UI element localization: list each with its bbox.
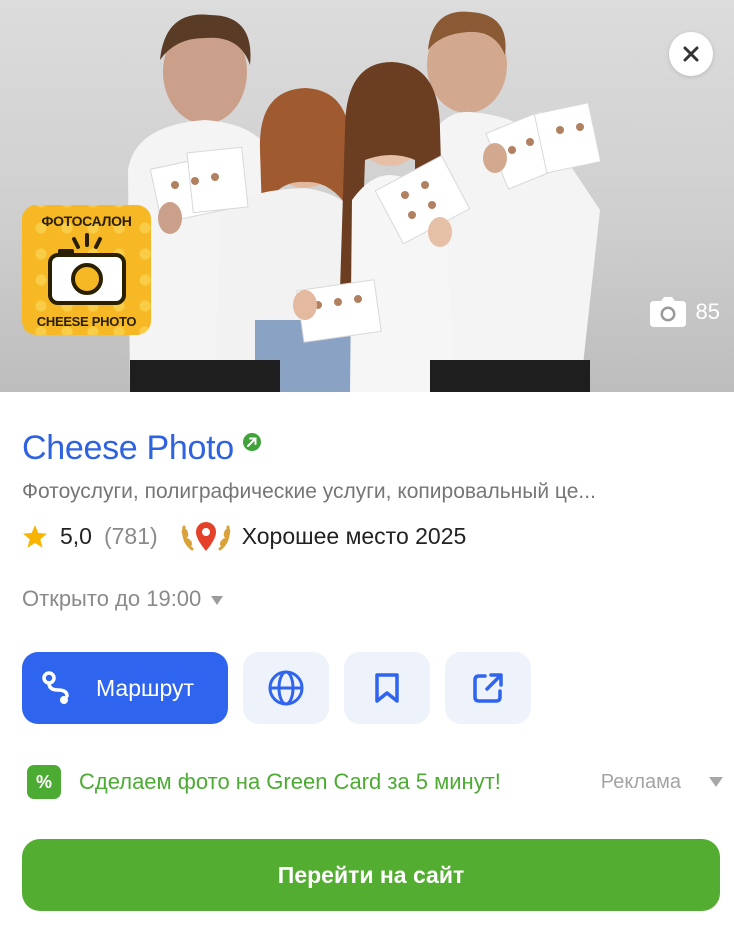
photo-count-value: 85	[695, 299, 720, 324]
star-icon	[23, 524, 47, 548]
bookmark-icon	[375, 673, 399, 703]
ad-text[interactable]: Сделаем фото на Green Card за 5 минут!	[79, 769, 601, 795]
camera-logo-icon	[48, 233, 126, 305]
logo-bottom-text: CHEESE PHOTO	[36, 314, 137, 329]
route-button[interactable]: Маршрут	[22, 652, 228, 724]
award-label: Хорошее место 2025	[241, 522, 467, 549]
hero-photo[interactable]: ФОТОСАЛОН CHEESE PHOTO 85	[0, 0, 734, 392]
go-to-site-button[interactable]: Перейти на сайт	[22, 839, 720, 911]
share-button[interactable]	[445, 652, 531, 724]
reviews-count: (781)	[103, 522, 158, 549]
route-icon	[42, 671, 69, 704]
place-title[interactable]: Cheese Photo	[22, 428, 234, 468]
logo-top-text: ФОТОСАЛОН	[41, 213, 132, 229]
close-button[interactable]	[669, 32, 713, 76]
place-categories: Фотоуслуги, полиграфические услуги, копи…	[22, 480, 596, 503]
award-icon	[181, 522, 230, 551]
bookmark-button[interactable]	[344, 652, 430, 724]
action-buttons: Маршрут	[22, 652, 531, 724]
opening-hours[interactable]: Открыто до 19:00	[22, 586, 224, 612]
share-icon	[473, 673, 503, 703]
chevron-down-icon	[211, 595, 224, 605]
ad-row: % Сделаем фото на Green Card за 5 минут!…	[27, 764, 723, 800]
ad-chevron-down-icon[interactable]	[709, 777, 723, 787]
discount-icon: %	[27, 765, 61, 799]
rating-row[interactable]: 5,0 (781) Хорошее место 2025	[22, 520, 466, 552]
website-button[interactable]	[243, 652, 329, 724]
route-button-label: Маршрут	[96, 674, 195, 701]
verified-icon	[242, 433, 261, 451]
photo-count[interactable]: 85	[649, 297, 720, 327]
title-row: Cheese Photo	[22, 428, 262, 468]
rating-value: 5,0	[60, 522, 92, 549]
place-logo: ФОТОСАЛОН CHEESE PHOTO	[22, 205, 151, 335]
globe-icon	[268, 670, 304, 706]
ad-label: Реклама	[600, 770, 681, 793]
hours-text: Открыто до 19:00	[22, 586, 202, 611]
close-icon	[683, 46, 699, 62]
camera-icon	[649, 297, 686, 327]
